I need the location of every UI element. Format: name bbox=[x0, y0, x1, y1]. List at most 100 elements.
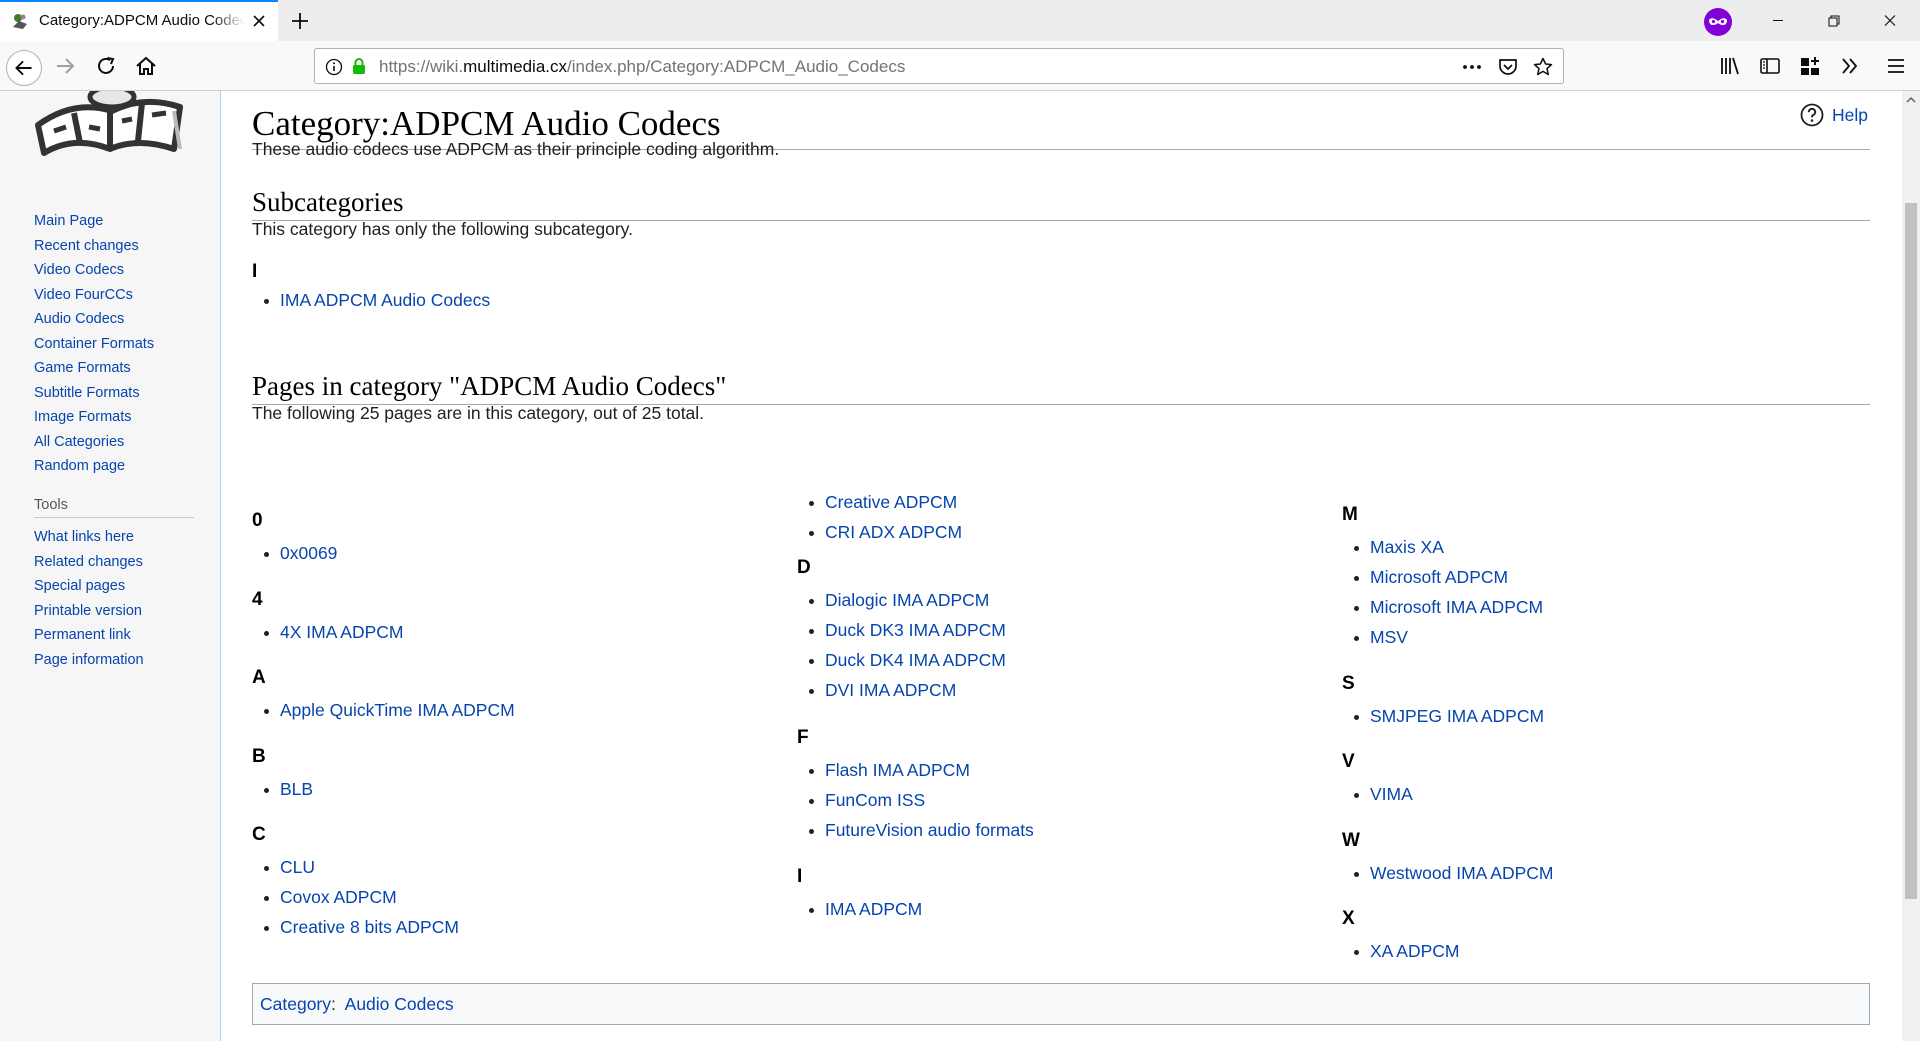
main-content: Help Category:ADPCM Audio Codecs These a… bbox=[220, 91, 1902, 1041]
category-description: These audio codecs use ADPCM as their pr… bbox=[252, 139, 780, 159]
home-icon[interactable] bbox=[130, 50, 162, 82]
scrollbar-thumb[interactable] bbox=[1905, 203, 1917, 899]
page-list: Dialogic IMA ADPCM Duck DK3 IMA ADPCM Du… bbox=[797, 585, 1006, 705]
category-link[interactable]: Audio Codecs bbox=[345, 994, 454, 1014]
forward-arrow-icon[interactable] bbox=[50, 50, 82, 82]
url-path: /index.php/Category:ADPCM_Audio_Codecs bbox=[567, 57, 906, 76]
group-letter: A bbox=[252, 667, 266, 688]
nav-audio-codecs[interactable]: Audio Codecs bbox=[34, 307, 154, 332]
list-item: MSV bbox=[1342, 622, 1543, 652]
lock-icon[interactable] bbox=[351, 57, 367, 75]
nav-video-codecs[interactable]: Video Codecs bbox=[34, 258, 154, 283]
nav-main-page[interactable]: Main Page bbox=[34, 209, 154, 234]
bookmark-star-icon[interactable] bbox=[1532, 56, 1554, 78]
library-icon[interactable] bbox=[1714, 50, 1746, 82]
page-link[interactable]: Flash IMA ADPCM bbox=[825, 760, 970, 780]
overflow-chevron-icon[interactable] bbox=[1834, 50, 1866, 82]
restore-icon[interactable] bbox=[1806, 0, 1862, 41]
info-icon[interactable] bbox=[325, 58, 343, 76]
page-link[interactable]: Creative ADPCM bbox=[825, 492, 957, 512]
tools-heading: Tools bbox=[34, 497, 194, 518]
page-link[interactable]: DVI IMA ADPCM bbox=[825, 680, 956, 700]
group-letter: W bbox=[1342, 830, 1360, 851]
page-link[interactable]: Duck DK4 IMA ADPCM bbox=[825, 650, 1006, 670]
address-bar[interactable]: https://wiki.multimedia.cx/index.php/Cat… bbox=[314, 48, 1564, 84]
hamburger-menu-icon[interactable] bbox=[1880, 50, 1912, 82]
page-list: 0x0069 bbox=[252, 538, 337, 568]
page-link[interactable]: SMJPEG IMA ADPCM bbox=[1370, 706, 1544, 726]
back-arrow-icon[interactable] bbox=[6, 50, 42, 86]
page-link[interactable]: MSV bbox=[1370, 627, 1408, 647]
page-link[interactable]: CLU bbox=[280, 857, 315, 877]
list-item: 4X IMA ADPCM bbox=[252, 617, 404, 647]
list-item: Duck DK3 IMA ADPCM bbox=[797, 615, 1006, 645]
nav-subtitle-formats[interactable]: Subtitle Formats bbox=[34, 381, 154, 406]
page-link[interactable]: Apple QuickTime IMA ADPCM bbox=[280, 700, 515, 720]
close-tab-icon[interactable] bbox=[250, 12, 268, 30]
page-link[interactable]: Microsoft ADPCM bbox=[1370, 567, 1508, 587]
list-item: Microsoft ADPCM bbox=[1342, 562, 1543, 592]
pocket-icon[interactable] bbox=[1497, 57, 1519, 77]
group-letter: F bbox=[797, 727, 809, 748]
scroll-up-arrow-icon[interactable] bbox=[1902, 91, 1920, 109]
subcategory-list: IMA ADPCM Audio Codecs bbox=[252, 285, 490, 315]
page-link[interactable]: Westwood IMA ADPCM bbox=[1370, 863, 1554, 883]
group-letter: M bbox=[1342, 504, 1358, 525]
page-link[interactable]: Maxis XA bbox=[1370, 537, 1444, 557]
page-link[interactable]: 0x0069 bbox=[280, 543, 337, 563]
categories-label-link[interactable]: Category bbox=[260, 994, 331, 1014]
reload-icon[interactable] bbox=[90, 50, 122, 82]
page-scrollbar[interactable] bbox=[1902, 91, 1920, 1041]
page-list: 4X IMA ADPCM bbox=[252, 617, 404, 647]
tool-related-changes[interactable]: Related changes bbox=[34, 550, 144, 575]
page-link[interactable]: FutureVision audio formats bbox=[825, 820, 1034, 840]
tool-printable-version[interactable]: Printable version bbox=[34, 599, 144, 624]
nav-game-formats[interactable]: Game Formats bbox=[34, 356, 154, 381]
site-logo[interactable] bbox=[34, 91, 184, 161]
page-link[interactable]: CRI ADX ADPCM bbox=[825, 522, 962, 542]
page-link[interactable]: VIMA bbox=[1370, 784, 1413, 804]
list-item: FunCom ISS bbox=[797, 785, 1034, 815]
url-domain: multimedia.cx bbox=[463, 57, 568, 76]
page-link[interactable]: Duck DK3 IMA ADPCM bbox=[825, 620, 1006, 640]
nav-video-fourccs[interactable]: Video FourCCs bbox=[34, 283, 154, 308]
extensions-icon[interactable] bbox=[1794, 50, 1826, 82]
page-list: XA ADPCM bbox=[1342, 936, 1459, 966]
page-link[interactable]: XA ADPCM bbox=[1370, 941, 1459, 961]
close-window-icon[interactable] bbox=[1862, 0, 1918, 41]
page-link[interactable]: Dialogic IMA ADPCM bbox=[825, 590, 989, 610]
list-item: Westwood IMA ADPCM bbox=[1342, 858, 1554, 888]
new-tab-icon[interactable] bbox=[288, 9, 312, 33]
page-link[interactable]: BLB bbox=[280, 779, 313, 799]
tools-portlet: What links here Related changes Special … bbox=[34, 525, 144, 672]
group-letter: B bbox=[252, 746, 266, 767]
nav-recent-changes[interactable]: Recent changes bbox=[34, 234, 154, 259]
page-list: BLB bbox=[252, 774, 313, 804]
nav-container-formats[interactable]: Container Formats bbox=[34, 332, 154, 357]
list-item: Creative ADPCM bbox=[797, 487, 962, 517]
url-text[interactable]: https://wiki.multimedia.cx/index.php/Cat… bbox=[379, 57, 905, 77]
tool-permanent-link[interactable]: Permanent link bbox=[34, 623, 144, 648]
page-link[interactable]: Creative 8 bits ADPCM bbox=[280, 917, 459, 937]
tool-page-information[interactable]: Page information bbox=[34, 648, 144, 673]
more-options-icon[interactable] bbox=[1461, 57, 1483, 77]
page-list: Maxis XA Microsoft ADPCM Microsoft IMA A… bbox=[1342, 532, 1543, 652]
minimize-icon[interactable] bbox=[1750, 0, 1806, 41]
page-link[interactable]: Covox ADPCM bbox=[280, 887, 397, 907]
sidebar-toggle-icon[interactable] bbox=[1754, 50, 1786, 82]
subcategory-link[interactable]: IMA ADPCM Audio Codecs bbox=[280, 290, 490, 310]
group-letter: 4 bbox=[252, 589, 263, 610]
active-tab[interactable]: Category:ADPCM Audio Codecs bbox=[0, 0, 278, 41]
nav-image-formats[interactable]: Image Formats bbox=[34, 405, 154, 430]
page-link[interactable]: 4X IMA ADPCM bbox=[280, 622, 404, 642]
page-link[interactable]: Microsoft IMA ADPCM bbox=[1370, 597, 1543, 617]
tool-what-links-here[interactable]: What links here bbox=[34, 525, 144, 550]
tool-special-pages[interactable]: Special pages bbox=[34, 574, 144, 599]
nav-all-categories[interactable]: All Categories bbox=[34, 430, 154, 455]
private-browsing-icon bbox=[1704, 8, 1732, 36]
page-link[interactable]: FunCom ISS bbox=[825, 790, 925, 810]
group-letter: X bbox=[1342, 908, 1355, 929]
nav-random-page[interactable]: Random page bbox=[34, 454, 154, 479]
subcategories-note: This category has only the following sub… bbox=[252, 219, 633, 239]
page-link[interactable]: IMA ADPCM bbox=[825, 899, 922, 919]
